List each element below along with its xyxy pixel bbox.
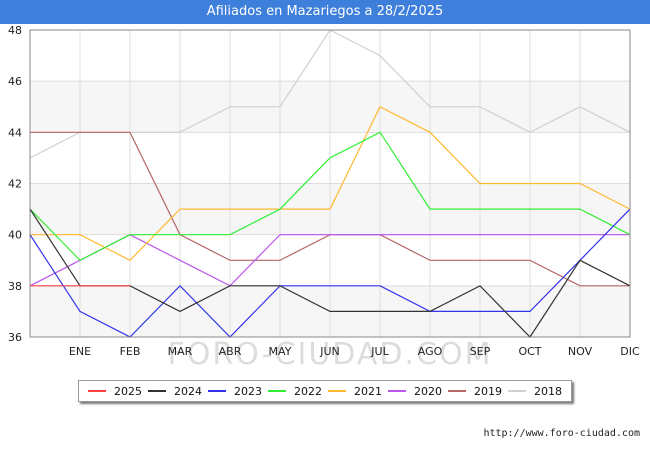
x-tick-label: MAR <box>168 345 193 358</box>
legend-swatch <box>448 390 466 392</box>
y-axis-ticks: 36 38 40 42 44 46 48 <box>8 24 22 344</box>
legend-swatch <box>148 390 166 392</box>
legend-item-2024: 2024 <box>148 385 202 398</box>
x-tick-label: FEB <box>120 345 141 358</box>
x-tick-label: OCT <box>518 345 541 358</box>
legend-swatch <box>388 390 406 392</box>
y-tick-label: 38 <box>8 280 22 293</box>
x-tick-label: JUL <box>370 345 389 358</box>
legend-label: 2025 <box>114 384 142 398</box>
x-tick-label: SEP <box>470 345 491 358</box>
legend-item-2020: 2020 <box>388 385 442 398</box>
legend-label: 2018 <box>534 384 562 398</box>
legend-swatch <box>508 390 526 392</box>
x-tick-label: JUN <box>319 345 340 358</box>
legend-item-2019: 2019 <box>448 385 502 398</box>
y-tick-label: 40 <box>8 229 22 242</box>
legend-item-2018: 2018 <box>508 385 562 398</box>
legend-item-2025: 2025 <box>88 385 142 398</box>
legend-swatch <box>328 390 346 392</box>
source-url: http://www.foro-ciudad.com <box>483 428 640 439</box>
x-tick-label: DIC <box>620 345 640 358</box>
legend-item-2023: 2023 <box>208 385 262 398</box>
legend-label: 2021 <box>354 384 382 398</box>
legend: 2025 2024 2023 2022 2021 2020 2019 2018 <box>78 380 572 402</box>
x-tick-label: ABR <box>219 345 242 358</box>
y-tick-label: 48 <box>8 24 22 37</box>
legend-swatch <box>268 390 286 392</box>
legend-label: 2024 <box>174 384 202 398</box>
x-tick-label: ENE <box>69 345 91 358</box>
y-tick-label: 46 <box>8 75 22 88</box>
legend-swatch <box>88 390 106 392</box>
x-tick-label: NOV <box>568 345 593 358</box>
x-tick-label: AGO <box>418 345 443 358</box>
legend-item-2022: 2022 <box>268 385 322 398</box>
legend-item-2021: 2021 <box>328 385 382 398</box>
y-tick-label: 42 <box>8 178 22 191</box>
legend-label: 2020 <box>414 384 442 398</box>
legend-label: 2022 <box>294 384 322 398</box>
legend-label: 2023 <box>234 384 262 398</box>
x-tick-label: MAY <box>269 345 292 358</box>
y-tick-label: 44 <box>8 126 22 139</box>
y-tick-label: 36 <box>8 331 22 344</box>
legend-label: 2019 <box>474 384 502 398</box>
legend-swatch <box>208 390 226 392</box>
